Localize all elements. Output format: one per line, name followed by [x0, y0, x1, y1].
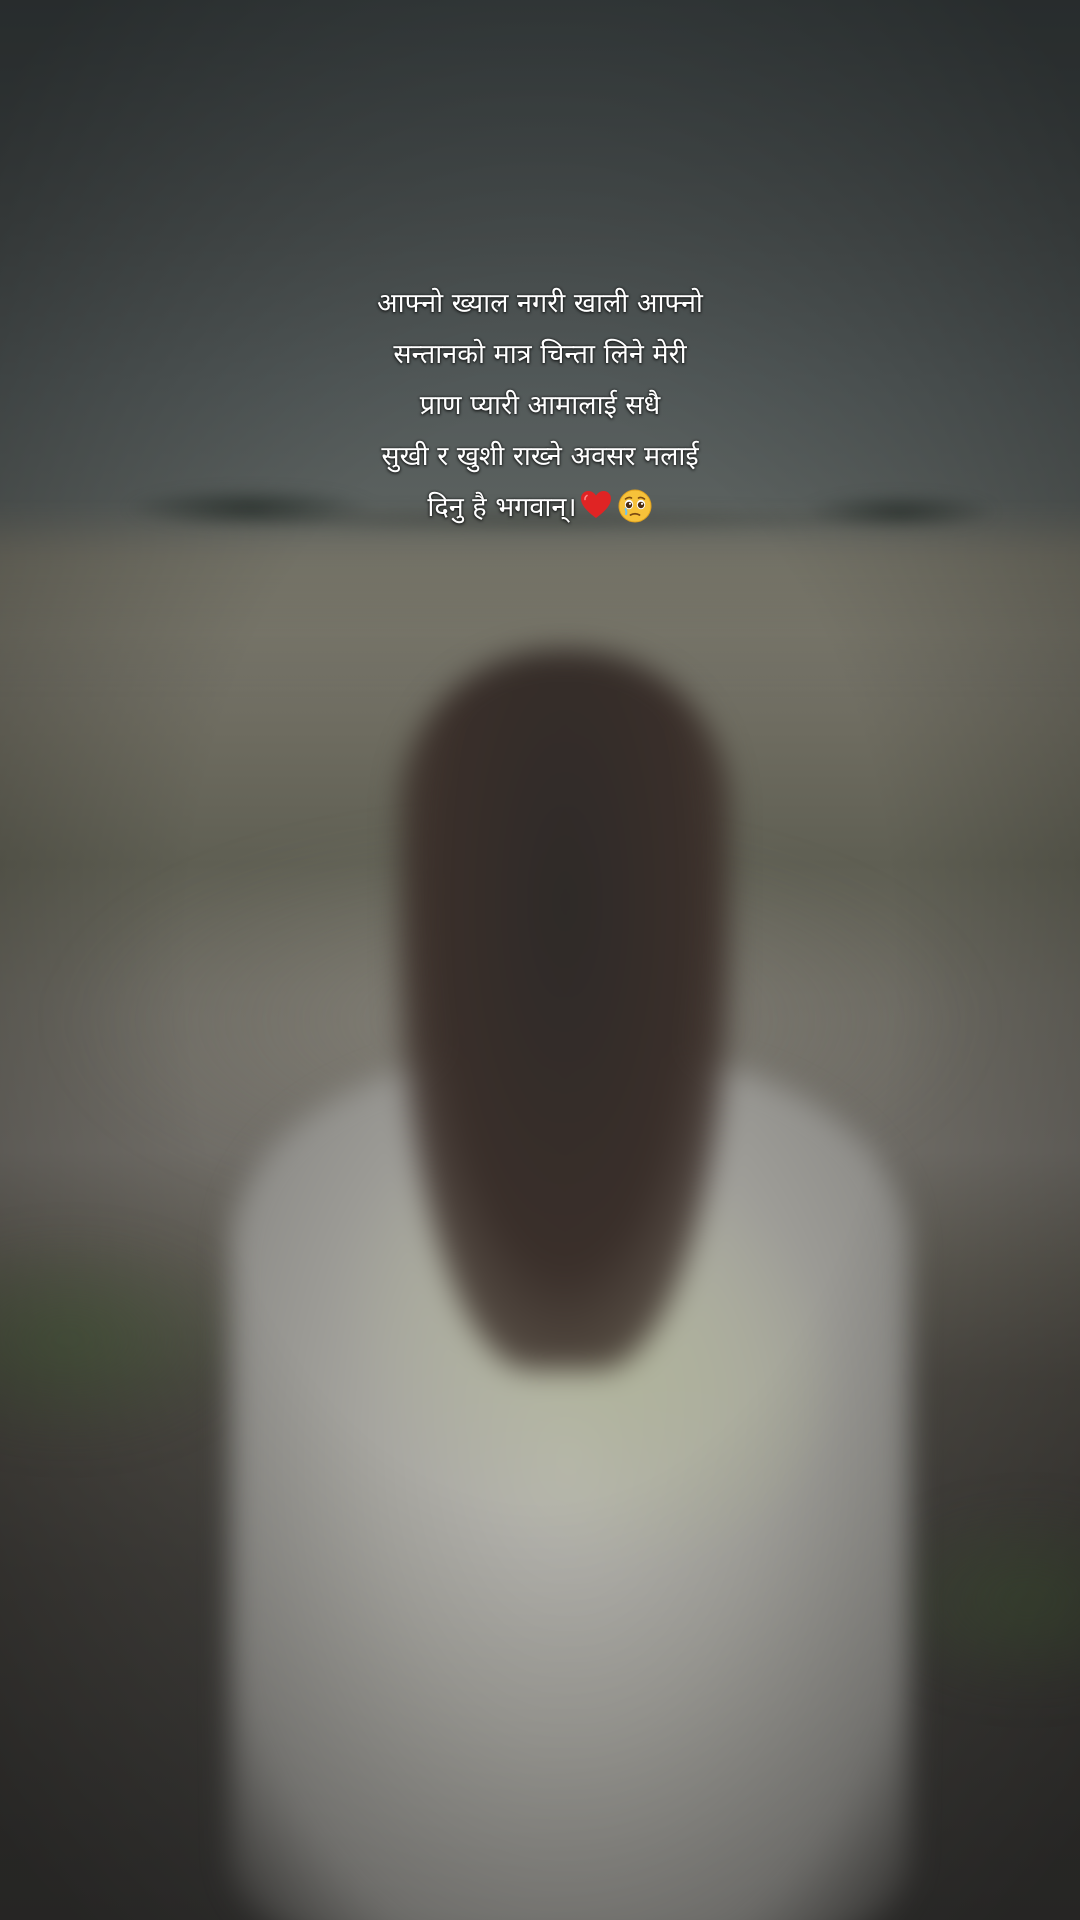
caption-text-block: आफ्नो ख्याल नगरी खाली आफ्नो सन्तानको मात…	[190, 278, 890, 533]
caption-line-5-wrapper: दिनु है भगवान्।	[190, 482, 890, 533]
caption-line-4: सुखी र खुशी राख्ने अवसर मलाई	[381, 441, 699, 472]
pleading-face-icon	[617, 488, 653, 524]
caption-line-2: सन्तानको मात्र चिन्ता लिने मेरी	[393, 339, 687, 370]
caption-line-1: आफ्नो ख्याल नगरी खाली आफ्नो	[377, 288, 703, 319]
background-photo: आफ्नो ख्याल नगरी खाली आफ्नो सन्तानको मात…	[0, 0, 1080, 1920]
heart-icon	[579, 488, 615, 524]
caption-line-3: प्राण प्यारी आमालाई सधै	[419, 390, 661, 421]
caption-line-5: दिनु है भगवान्।	[427, 492, 577, 523]
